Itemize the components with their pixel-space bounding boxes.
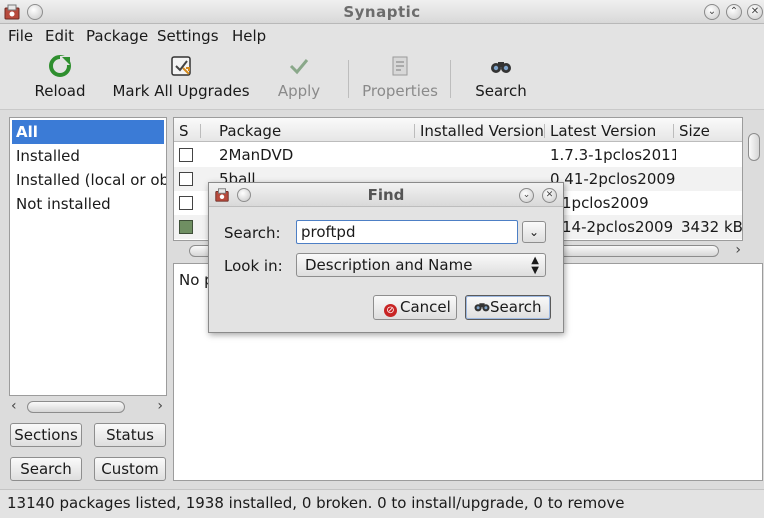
search-history-dropdown[interactable]: ⌄ [522,221,546,243]
column-separator [544,124,545,138]
menu-package[interactable]: Package [86,27,148,45]
binoculars-icon [474,303,490,312]
filter-list-scrollbar[interactable]: ‹ › [9,398,167,416]
latest-version: 1.7.3-1pclos2011 [550,146,676,164]
minimize-icon[interactable]: ⌄ [704,4,720,20]
apply-button[interactable]: Apply [274,54,324,100]
close-icon[interactable]: ✕ [542,188,557,203]
column-installed-version[interactable]: Installed Version [420,122,544,140]
search-filter-button[interactable]: Search [10,457,82,481]
cancel-icon: ⊘ [384,304,397,317]
package-checkbox[interactable] [179,196,193,210]
filter-item-all[interactable]: All [12,120,164,144]
scroll-right-icon[interactable]: › [157,398,163,414]
minimize-icon[interactable]: ⌄ [519,188,534,203]
search-input[interactable] [296,220,518,244]
properties-button[interactable]: Properties [360,54,440,100]
dialog-titlebar: Find ⌄ ✕ [209,183,563,207]
status-button[interactable]: Status [94,423,166,447]
filter-item-installed-local[interactable]: Installed (local or obsolete) [10,168,166,192]
find-search-button[interactable]: Search [465,295,551,320]
column-separator [200,124,201,138]
column-package[interactable]: Package [219,122,281,140]
look-in-label: Look in: [224,257,283,275]
table-row[interactable]: 2ManDVD 1.7.3-1pclos2011 [174,143,742,167]
apply-check-icon [289,59,309,75]
statusbar: 13140 packages listed, 1938 installed, 0… [0,489,764,518]
window-titlebar: Synaptic ⌄ ⌃ ✕ [0,0,764,24]
package-checkbox-installed[interactable] [179,220,193,234]
updown-arrows-icon: ▲ ▼ [531,255,539,276]
toolbar-separator [348,60,349,98]
look-in-select[interactable]: Description and Name ▲ ▼ [296,253,546,277]
scroll-left-icon[interactable]: ‹ [11,398,17,414]
package-name: 2ManDVD [219,146,294,164]
properties-icon [392,56,408,76]
cancel-button[interactable]: ⊘ Cancel [373,295,457,320]
reload-button[interactable]: Reload [32,54,88,100]
toolbar-separator [450,60,451,98]
custom-button[interactable]: Custom [94,457,166,481]
dialog-title: Find [367,186,405,204]
status-text: 13140 packages listed, 1938 installed, 0… [7,494,625,512]
search-label: Search: [224,224,281,242]
binoculars-icon [491,62,511,73]
column-latest-version[interactable]: Latest Version [550,122,656,140]
column-separator [673,124,674,138]
menu-file[interactable]: File [8,27,33,45]
mark-all-upgrades-button[interactable]: Mark All Upgrades [110,54,252,100]
package-checkbox[interactable] [179,172,193,186]
search-button[interactable]: Search [474,54,528,100]
column-separator [414,124,415,138]
menu-settings[interactable]: Settings [157,27,219,45]
latest-version: 0.41-2pclos2009 [550,170,676,188]
package-size: 3432 kB [681,218,743,236]
chevron-down-icon: ⌄ [528,225,540,239]
table-header: S Package Installed Version Latest Versi… [174,118,742,142]
menu-edit[interactable]: Edit [45,27,74,45]
scroll-thumb[interactable] [27,401,125,413]
filter-item-installed[interactable]: Installed [10,144,166,168]
latest-version: 1pclos2009 [562,194,649,212]
maximize-icon[interactable]: ⌃ [726,4,742,20]
find-dialog: Find ⌄ ✕ Search: ⌄ Look in: Description … [208,182,564,333]
scroll-right-icon[interactable]: › [735,242,741,258]
window-title: Synaptic [343,3,421,21]
mark-upgrades-icon [171,56,191,76]
filter-item-not-installed[interactable]: Not installed [10,192,166,216]
menu-help[interactable]: Help [232,27,266,45]
scroll-thumb[interactable] [748,133,760,161]
menubar: File Edit Package Settings Help [0,24,764,48]
package-table-vscrollbar[interactable] [745,117,763,241]
filter-list: All Installed Installed (local or obsole… [9,117,167,396]
close-icon[interactable]: ✕ [747,4,763,20]
sections-button[interactable]: Sections [10,423,82,447]
toolbar: Reload Mark All Upgrades Apply Propertie… [0,48,764,110]
reload-icon [49,55,71,77]
latest-version: 14-2pclos2009 [562,218,674,236]
package-checkbox[interactable] [179,148,193,162]
column-status[interactable]: S [179,122,189,140]
column-size[interactable]: Size [679,122,710,140]
